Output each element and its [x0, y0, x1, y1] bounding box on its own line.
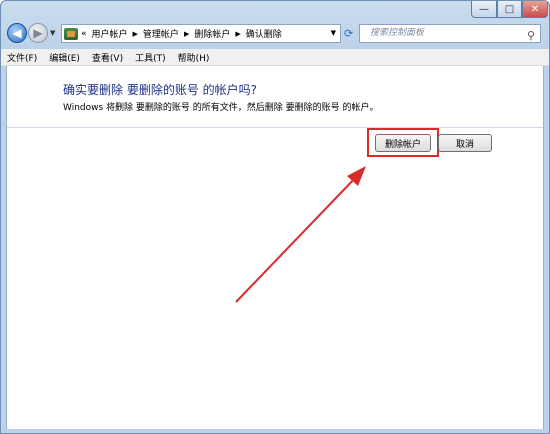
close-button[interactable]: ✕	[522, 1, 548, 18]
maximize-button[interactable]: □	[497, 1, 522, 18]
refresh-icon[interactable]: ⟳	[344, 27, 353, 40]
search-icon[interactable]: ⚲	[527, 27, 535, 44]
address-bar[interactable]: « 用户帐户 ▶ 管理帐户 ▶ 删除帐户 ▶ 确认删除 ▼	[61, 24, 341, 43]
minimize-button[interactable]: —	[471, 1, 497, 18]
back-button[interactable]: ◀	[7, 23, 27, 43]
menu-bar: 文件(F) 编辑(E) 查看(V) 工具(T) 帮助(H)	[1, 49, 549, 66]
breadcrumb-separator-icon[interactable]: ▶	[133, 30, 138, 38]
address-dropdown-icon[interactable]: ▼	[331, 29, 336, 37]
search-input[interactable]: 搜索控制面板 ⚲	[359, 24, 541, 43]
search-placeholder: 搜索控制面板	[370, 28, 425, 38]
menu-edit[interactable]: 编辑(E)	[43, 49, 86, 65]
recent-pages-dropdown-icon[interactable]: ▼	[50, 29, 55, 37]
navigation-bar: ◀ ▶ ▼ « 用户帐户 ▶ 管理帐户 ▶ 删除帐户 ▶ 确认删除 ▼ ⟳ 搜索…	[1, 21, 549, 47]
breadcrumb-user-accounts[interactable]: 用户帐户	[92, 27, 128, 40]
forward-arrow-icon: ▶	[33, 26, 43, 40]
breadcrumb-delete-account[interactable]: 删除帐户	[194, 27, 230, 40]
title-bar: — □ ✕	[1, 1, 549, 21]
breadcrumb-separator-icon[interactable]: ▶	[184, 30, 189, 38]
menu-file[interactable]: 文件(F)	[1, 49, 43, 65]
menu-view[interactable]: 查看(V)	[86, 49, 129, 65]
annotation-arrow-icon	[235, 166, 366, 303]
forward-button[interactable]: ▶	[28, 23, 48, 43]
control-panel-window: — □ ✕ ◀ ▶ ▼ « 用户帐户 ▶ 管理帐户 ▶ 删除帐户 ▶ 确认删除 …	[0, 0, 550, 434]
breadcrumb-confirm-delete[interactable]: 确认删除	[246, 27, 282, 40]
breadcrumb-overflow[interactable]: «	[81, 29, 87, 39]
breadcrumb-separator-icon[interactable]: ▶	[235, 30, 240, 38]
back-arrow-icon: ◀	[12, 26, 22, 40]
menu-tools[interactable]: 工具(T)	[129, 49, 172, 65]
menu-help[interactable]: 帮助(H)	[172, 49, 216, 65]
window-bottom-frame	[1, 429, 549, 433]
content-pane: 确实要删除 要删除的账号 的帐户吗? Windows 将删除 要删除的账号 的所…	[6, 66, 544, 429]
control-panel-icon	[64, 27, 78, 40]
breadcrumb-manage-accounts[interactable]: 管理帐户	[143, 27, 179, 40]
